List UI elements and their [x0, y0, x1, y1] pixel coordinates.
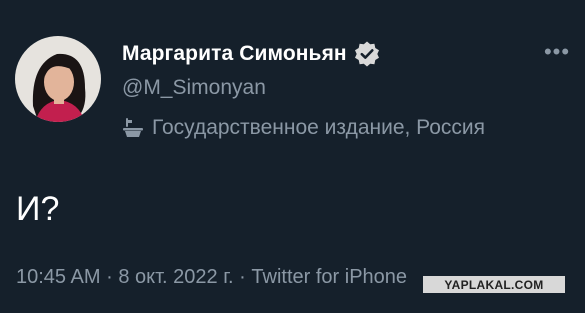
avatar-image — [15, 36, 101, 122]
state-media-label[interactable]: Государственное издание, Россия — [122, 116, 485, 140]
meta-separator: · — [106, 266, 113, 288]
tweet-date[interactable]: 8 окт. 2022 г. — [118, 266, 233, 288]
tweet-text: И? — [16, 190, 60, 228]
watermark: YAPLAKAL.COM — [423, 276, 565, 293]
state-media-icon — [122, 117, 144, 139]
more-options-icon[interactable]: ••• — [540, 39, 574, 64]
display-name-row[interactable]: Маргарита Симоньян — [122, 38, 381, 70]
tweet-card: Маргарита Симоньян @M_Simonyan Государст… — [0, 0, 585, 313]
tweet-time[interactable]: 10:45 AM — [16, 266, 101, 288]
verified-badge-icon — [353, 40, 381, 68]
display-name[interactable]: Маргарита Симоньян — [122, 42, 347, 66]
tweet-metadata: 10:45 AM · 8 окт. 2022 г. · Twitter for … — [16, 266, 407, 289]
tweet-source[interactable]: Twitter for iPhone — [251, 266, 407, 288]
avatar[interactable] — [15, 36, 101, 122]
user-handle[interactable]: @M_Simonyan — [122, 76, 266, 100]
meta-separator: · — [239, 266, 246, 288]
state-media-label-text[interactable]: Государственное издание, Россия — [152, 116, 485, 140]
